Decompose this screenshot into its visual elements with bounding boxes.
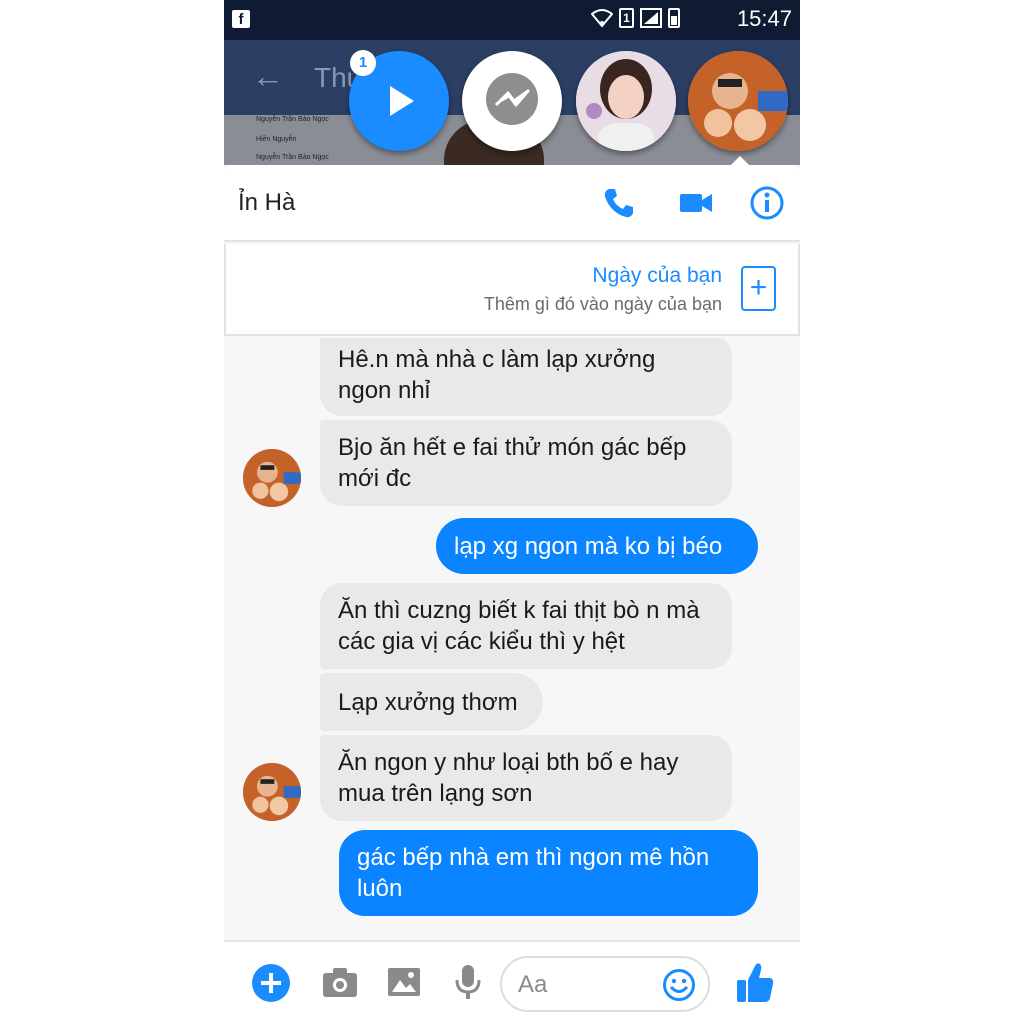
phone-icon[interactable] — [601, 185, 637, 221]
facebook-notification-icon: f — [232, 10, 250, 28]
your-day-subtitle: Thêm gì đó vào ngày của bạn — [483, 294, 722, 314]
message-input[interactable] — [518, 968, 648, 1002]
incoming-message[interactable]: Ăn ngon y như loại bth bố e hay mua trên… — [320, 735, 732, 821]
incoming-message[interactable]: Hê.n mà nhà c làm lạp xưởng ngon nhỉ — [320, 338, 732, 416]
contact-chat-head-woman[interactable] — [576, 51, 676, 151]
incoming-message[interactable]: Lạp xưởng thơm — [320, 673, 543, 731]
wifi-icon — [591, 9, 613, 28]
microphone-icon[interactable] — [448, 962, 488, 1002]
messenger-icon — [486, 73, 538, 125]
chat-header: Ỉn Hà — [224, 165, 800, 242]
your-day-banner[interactable]: Ngày của bạn Thêm gì đó vào ngày của bạn… — [224, 244, 800, 336]
incoming-message[interactable]: Ăn thì cuzng biết k fai thịt bò n mà các… — [320, 583, 732, 669]
contact-avatar[interactable] — [243, 449, 301, 507]
clock: 15:47 — [736, 6, 792, 31]
message-input-container[interactable] — [500, 956, 710, 1012]
back-arrow-icon: ← — [252, 58, 284, 94]
status-icons: 1 — [591, 8, 680, 28]
your-day-title: Ngày của bạn — [592, 264, 722, 287]
background-app-row: Nguyễn Trần Bảo Ngọc — [256, 116, 329, 123]
contact-chat-head-family[interactable] — [688, 51, 788, 151]
message-list[interactable]: Hê.n mà nhà c làm lạp xưởng ngon nhỉ Bjo… — [224, 338, 800, 940]
add-to-day-button[interactable]: + — [741, 266, 776, 311]
woman-avatar — [576, 51, 676, 151]
info-icon[interactable] — [749, 185, 785, 221]
messenger-chat-head[interactable] — [462, 51, 562, 151]
battery-icon — [668, 8, 680, 28]
incoming-message[interactable]: Bjo ăn hết e fai thử món gác bếp mới đc — [320, 420, 732, 506]
contact-avatar[interactable] — [243, 763, 301, 821]
contact-name[interactable]: Ỉn Hà — [238, 189, 295, 217]
family-avatar — [688, 51, 788, 151]
phone-screen: f 1 15:47 ← Thư Nguyễn Trần Bảo Ngọc Hiề… — [224, 0, 800, 1024]
emoji-icon[interactable] — [662, 968, 696, 1002]
background-app-row: Hiền Nguyễn — [256, 136, 297, 143]
background-app-row: Nguyễn Trần Bảo Ngọc — [256, 154, 329, 161]
thumbs-up-icon[interactable] — [735, 960, 775, 1004]
signal-icon — [640, 8, 662, 28]
family-avatar — [243, 763, 301, 821]
sim-icon: 1 — [619, 8, 634, 28]
plus-icon[interactable] — [252, 964, 290, 1002]
chat-window: Ỉn Hà Ngày của bạn Thêm gì đó vào ngày c… — [224, 165, 800, 1024]
message-composer — [224, 940, 800, 1024]
status-bar: f 1 15:47 — [224, 0, 800, 40]
outgoing-message[interactable]: lạp xg ngon mà ko bị béo — [436, 518, 758, 574]
image-icon[interactable] — [384, 962, 424, 1002]
video-camera-icon[interactable] — [678, 185, 714, 221]
unread-badge: 1 — [350, 50, 376, 76]
family-avatar — [243, 449, 301, 507]
outgoing-message[interactable]: gác bếp nhà em thì ngon mê hồn luôn — [339, 830, 758, 916]
camera-icon[interactable] — [320, 962, 360, 1002]
play-icon — [390, 86, 414, 116]
